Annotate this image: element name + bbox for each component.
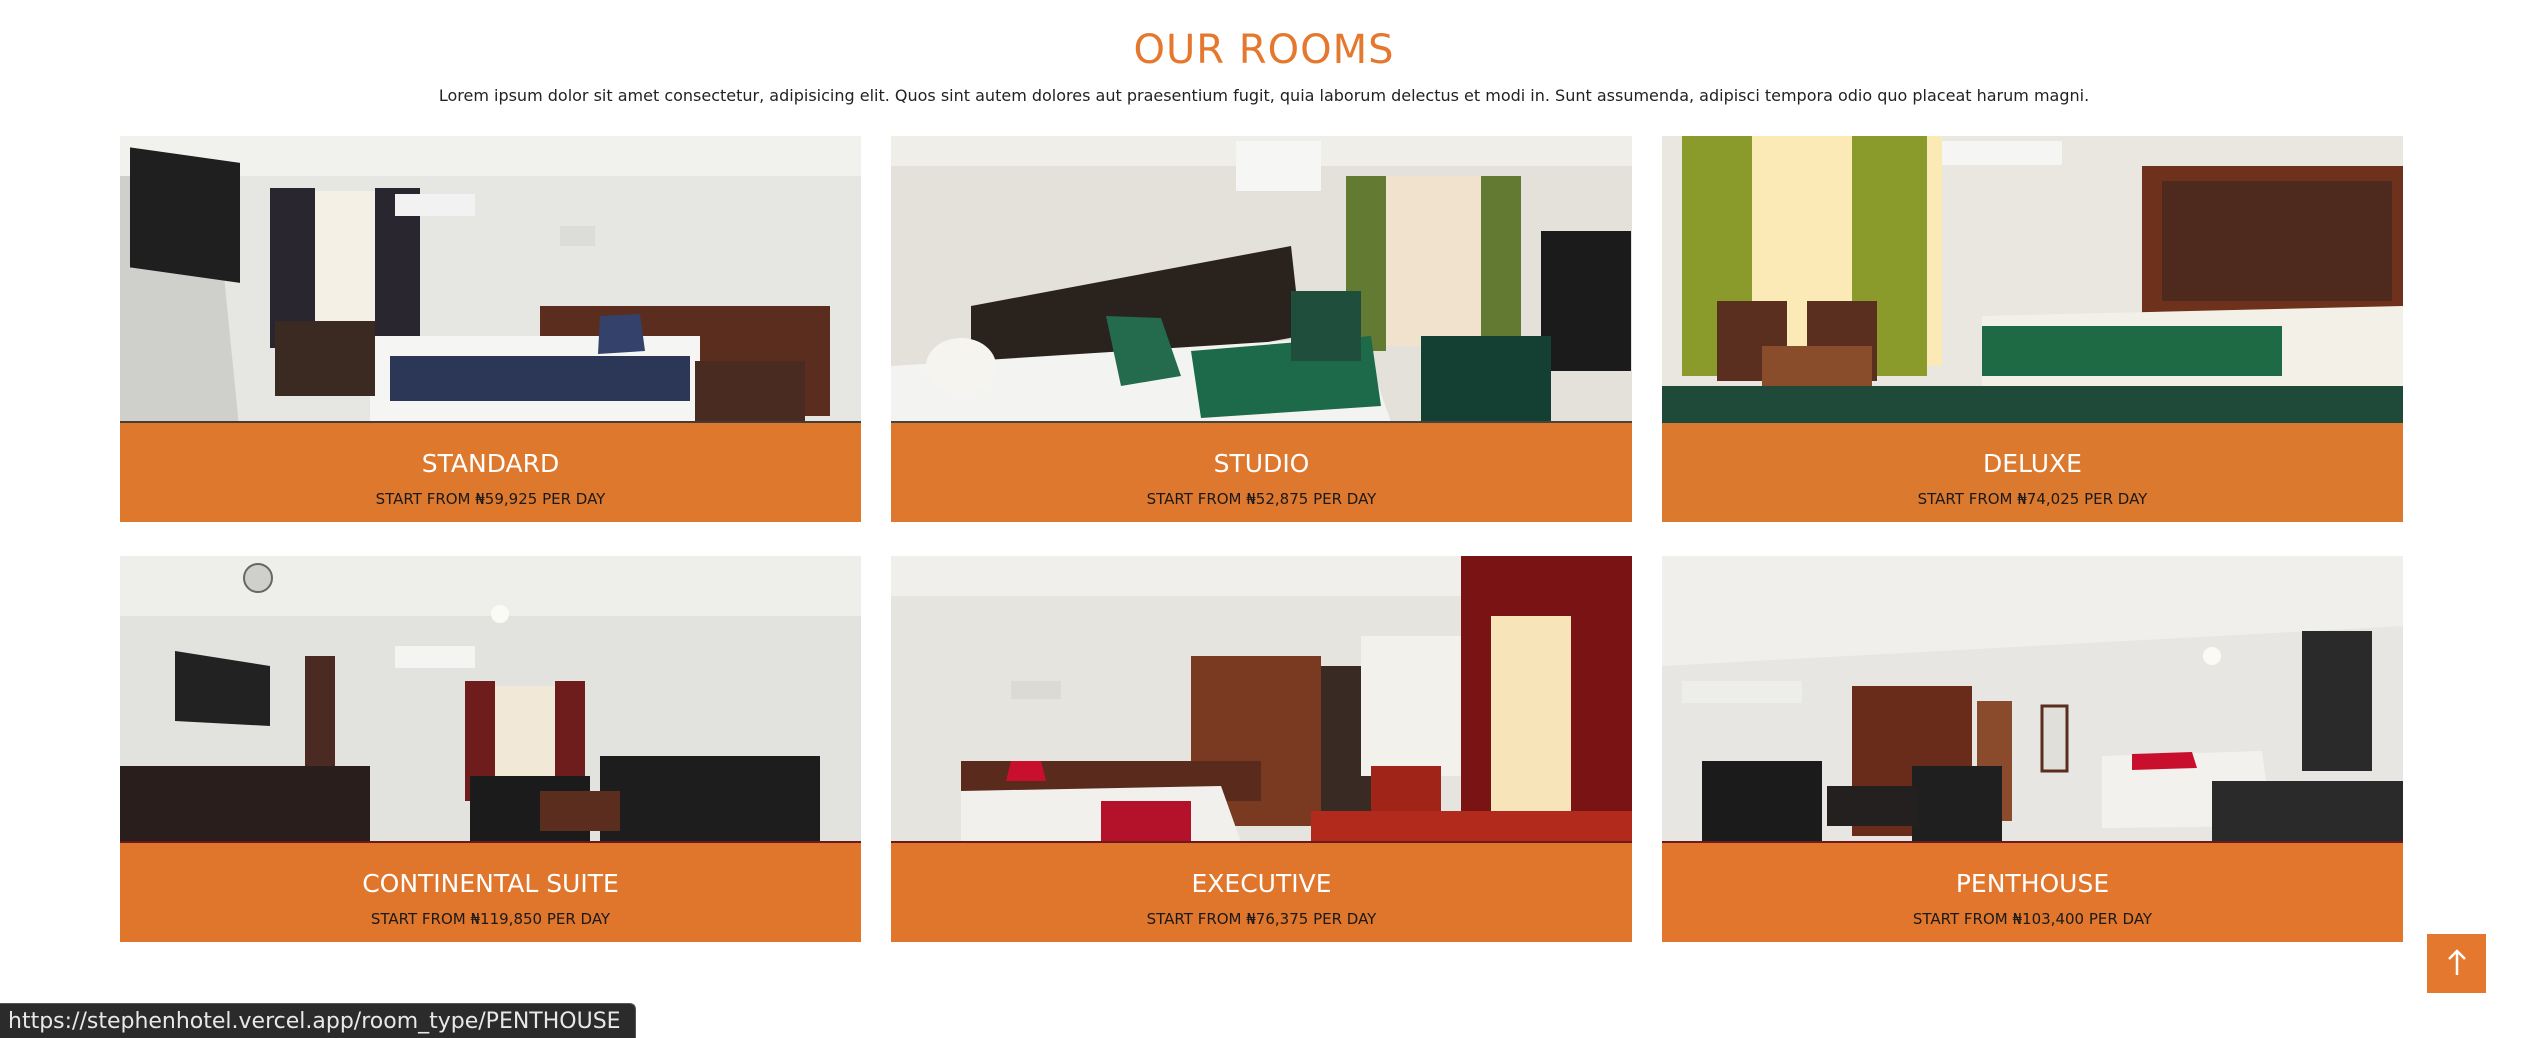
room-card-deluxe[interactable]: DELUXE START FROM ₦74,025 PER DAY	[1662, 136, 2403, 522]
room-name: CONTINENTAL SUITE	[362, 869, 619, 898]
room-card-studio[interactable]: STUDIO START FROM ₦52,875 PER DAY	[891, 136, 1632, 522]
room-price: START FROM ₦119,850 PER DAY	[370, 910, 611, 928]
section-intro: Lorem ipsum dolor sit amet consectetur, …	[438, 86, 2090, 105]
room-card-continental-suite[interactable]: CONTINENTAL SUITE START FROM ₦119,850 PE…	[120, 556, 861, 942]
room-price: START FROM ₦74,025 PER DAY	[1917, 490, 2148, 508]
room-caption: CONTINENTAL SUITE START FROM ₦119,850 PE…	[120, 843, 861, 942]
room-card-standard[interactable]: STANDARD START FROM ₦59,925 PER DAY	[120, 136, 861, 522]
scroll-to-top-button[interactable]	[2427, 934, 2486, 993]
status-bar-url: https://stephenhotel.vercel.app/room_typ…	[8, 1009, 621, 1034]
room-name: STUDIO	[1213, 449, 1310, 478]
arrow-up-icon	[2445, 947, 2469, 980]
room-name: EXECUTIVE	[1191, 869, 1332, 898]
browser-status-bar: https://stephenhotel.vercel.app/room_typ…	[0, 1003, 636, 1038]
room-price: START FROM ₦103,400 PER DAY	[1912, 910, 2153, 928]
room-caption: STUDIO START FROM ₦52,875 PER DAY	[891, 423, 1632, 522]
rooms-grid: STANDARD START FROM ₦59,925 PER DAY STUD…	[120, 136, 2403, 942]
room-name: STANDARD	[421, 449, 560, 478]
room-caption: STANDARD START FROM ₦59,925 PER DAY	[120, 423, 861, 522]
room-price: START FROM ₦59,925 PER DAY	[375, 490, 606, 508]
room-price: START FROM ₦52,875 PER DAY	[1146, 490, 1377, 508]
room-name: DELUXE	[1983, 449, 2082, 478]
room-caption: PENTHOUSE START FROM ₦103,400 PER DAY	[1662, 843, 2403, 942]
room-price: START FROM ₦76,375 PER DAY	[1146, 910, 1377, 928]
room-caption: EXECUTIVE START FROM ₦76,375 PER DAY	[891, 843, 1632, 942]
room-caption: DELUXE START FROM ₦74,025 PER DAY	[1662, 423, 2403, 522]
room-card-penthouse[interactable]: PENTHOUSE START FROM ₦103,400 PER DAY	[1662, 556, 2403, 942]
page: OUR ROOMS Lorem ipsum dolor sit amet con…	[0, 0, 2528, 1038]
room-name: PENTHOUSE	[1955, 869, 2110, 898]
room-card-executive[interactable]: EXECUTIVE START FROM ₦76,375 PER DAY	[891, 556, 1632, 942]
section-title: OUR ROOMS	[1133, 27, 1395, 73]
